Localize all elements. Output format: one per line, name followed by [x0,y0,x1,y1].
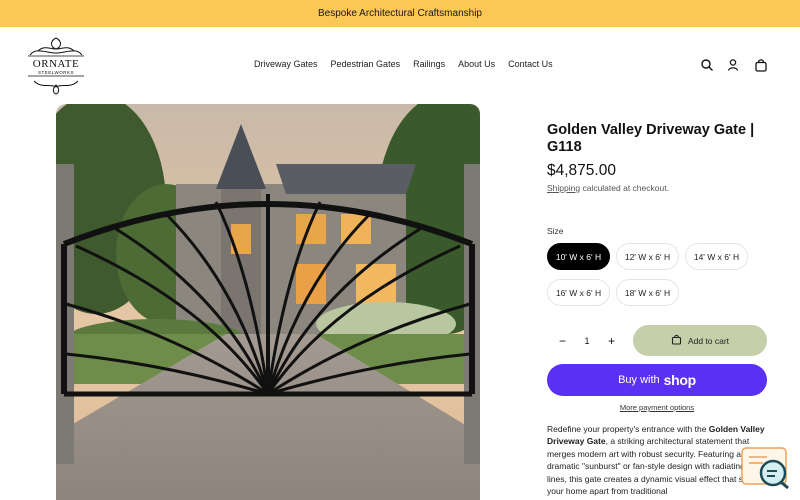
product-info: Golden Valley Driveway Gate | G118 $4,87… [547,122,769,193]
shipping-note: Shipping calculated at checkout. [547,183,669,193]
announcement-text: Bespoke Architectural Craftsmanship [318,8,482,19]
site-header: ORNATE STEELWORKS Driveway Gates Pedestr… [0,27,800,103]
more-payment-options-link[interactable]: More payment options [547,403,767,412]
chat-widget-icon[interactable] [741,447,791,490]
size-option-10x6[interactable]: 10' W x 6' H [547,243,610,270]
buy-with-label: Buy with [618,374,660,386]
nav-driveway-gates[interactable]: Driveway Gates [254,59,318,69]
add-to-cart-label: Add to cart [687,335,730,346]
cart-add-icon [671,334,682,347]
quantity-stepper: − 1 + [547,325,627,356]
product-image[interactable] [56,104,480,500]
decrease-quantity-button[interactable]: − [559,334,566,348]
size-option-18x6[interactable]: 18' W x 6' H [616,279,679,306]
announcement-bar: Bespoke Architectural Craftsmanship [0,0,800,27]
brand-subtitle: STEELWORKS [38,70,74,75]
search-icon[interactable] [700,58,714,72]
size-label: Size [547,226,564,236]
nav-contact-us[interactable]: Contact Us [508,59,553,69]
nav-railings[interactable]: Railings [413,59,445,69]
account-icon[interactable] [726,58,740,72]
increase-quantity-button[interactable]: + [608,334,615,348]
product-price: $4,875.00 [547,162,616,179]
shipping-link[interactable]: Shipping [547,183,580,193]
shop-pay-logo: shop [663,372,697,388]
nav-pedestrian-gates[interactable]: Pedestrian Gates [331,59,401,69]
cart-icon[interactable] [754,58,768,72]
size-option-16x6[interactable]: 16' W x 6' H [547,279,610,306]
product-description: Redefine your property's entrance with t… [547,424,766,497]
size-option-12x6[interactable]: 12' W x 6' H [616,243,679,270]
quantity-value[interactable]: 1 [584,336,589,346]
brand-name: ORNATE [32,58,80,70]
nav-about-us[interactable]: About Us [458,59,495,69]
main-nav: Driveway Gates Pedestrian Gates Railings… [254,59,553,69]
add-to-cart-button[interactable]: Add to cart [633,325,767,356]
buy-with-shop-button[interactable]: Buy with shop [547,364,767,396]
size-option-14x6[interactable]: 14' W x 6' H [685,243,748,270]
product-title: Golden Valley Driveway Gate | G118 [547,122,755,155]
